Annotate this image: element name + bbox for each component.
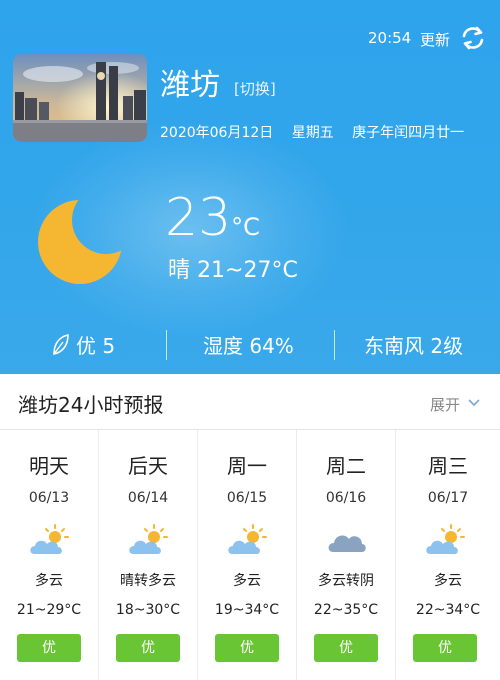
date: 2020年06月12日 bbox=[160, 125, 274, 141]
forecast-day[interactable]: 周三 06/17 多云 22~34°C 优 bbox=[396, 430, 500, 680]
forecast-day[interactable]: 周二 06/16 多云转阴 22~35°C 优 bbox=[297, 430, 396, 680]
current-condition: 晴 21~27°C bbox=[168, 252, 298, 284]
aqi-badge: 优 bbox=[17, 634, 81, 662]
forecast-header: 潍坊24小时预报 展开 bbox=[0, 374, 500, 430]
chevron-down-icon[interactable] bbox=[468, 398, 480, 408]
day-date: 06/13 bbox=[28, 490, 70, 506]
clock-time: 20:54 bbox=[368, 29, 412, 47]
aqi-badge: 优 bbox=[413, 634, 477, 662]
temperature-unit: °C bbox=[231, 213, 260, 241]
crescent-moon-icon bbox=[38, 200, 122, 284]
forecast-day[interactable]: 周一 06/15 多云 19~34°C 优 bbox=[198, 430, 297, 680]
day-condition: 晴转多云 bbox=[120, 573, 176, 589]
city-name: 潍坊 bbox=[160, 68, 220, 103]
stats-row: 优 5 湿度 64% 东南风 2级 bbox=[0, 330, 500, 360]
condition-text: 晴 bbox=[168, 258, 191, 283]
expand-button[interactable]: 展开 bbox=[430, 394, 460, 415]
divider bbox=[166, 330, 167, 360]
day-date: 06/15 bbox=[226, 490, 268, 506]
day-name: 明天 bbox=[29, 454, 69, 478]
day-temperature-range: 22~35°C bbox=[313, 602, 379, 618]
forecast-days: 明天 06/13 多云 21~29°C 优 后天 06/14 晴转多云 18~3… bbox=[0, 430, 500, 680]
partly-cloudy-icon bbox=[228, 524, 267, 554]
day-condition: 多云 bbox=[434, 573, 462, 589]
day-date: 06/17 bbox=[427, 490, 469, 506]
temperature-range: 21~27°C bbox=[197, 258, 298, 283]
air-quality-value: 优 5 bbox=[76, 334, 116, 358]
refresh-icon[interactable] bbox=[460, 25, 486, 51]
weather-hero: 20:54 更新 潍坊 [切换] 2020年06月12日 星期五 庚子年闰四月廿… bbox=[0, 0, 500, 374]
day-name: 周三 bbox=[428, 454, 468, 478]
day-date: 06/16 bbox=[325, 490, 367, 506]
forecast-title: 潍坊24小时预报 bbox=[18, 393, 164, 417]
day-condition: 多云转阴 bbox=[318, 573, 374, 589]
day-name: 周二 bbox=[326, 454, 366, 478]
day-temperature-range: 22~34°C bbox=[415, 602, 481, 618]
day-temperature-range: 19~34°C bbox=[214, 602, 280, 618]
cloudy-icon bbox=[328, 535, 366, 552]
current-temperature: 23°C bbox=[165, 188, 260, 248]
aqi-badge: 优 bbox=[314, 634, 378, 662]
humidity: 湿度 64% bbox=[203, 334, 294, 358]
day-date: 06/14 bbox=[127, 490, 169, 506]
partly-cloudy-icon bbox=[129, 524, 168, 554]
air-quality: 优 5 bbox=[52, 330, 115, 359]
weekday: 星期五 bbox=[291, 125, 334, 141]
aqi-badge: 优 bbox=[116, 634, 180, 662]
day-name: 周一 bbox=[227, 454, 267, 478]
forecast-day[interactable]: 明天 06/13 多云 21~29°C 优 bbox=[0, 430, 99, 680]
update-button[interactable]: 更新 bbox=[420, 29, 450, 50]
lunar-date: 庚子年闰四月廿一 bbox=[352, 125, 465, 141]
city-photo bbox=[13, 54, 147, 142]
date-line: 2020年06月12日 星期五 庚子年闰四月廿一 bbox=[160, 122, 478, 142]
day-name: 后天 bbox=[128, 454, 168, 478]
aqi-badge: 优 bbox=[215, 634, 279, 662]
day-temperature-range: 21~29°C bbox=[16, 602, 82, 618]
leaf-icon bbox=[53, 334, 69, 355]
partly-cloudy-icon bbox=[426, 524, 465, 554]
temperature-value: 23 bbox=[165, 188, 232, 248]
wind: 东南风 2级 bbox=[364, 334, 464, 358]
day-condition: 多云 bbox=[233, 573, 261, 589]
switch-city-link[interactable]: [切换] bbox=[234, 78, 276, 99]
forecast-day[interactable]: 后天 06/14 晴转多云 18~30°C 优 bbox=[99, 430, 198, 680]
day-temperature-range: 18~30°C bbox=[115, 602, 181, 618]
partly-cloudy-icon bbox=[30, 524, 69, 554]
divider bbox=[334, 330, 335, 360]
day-condition: 多云 bbox=[35, 573, 63, 589]
